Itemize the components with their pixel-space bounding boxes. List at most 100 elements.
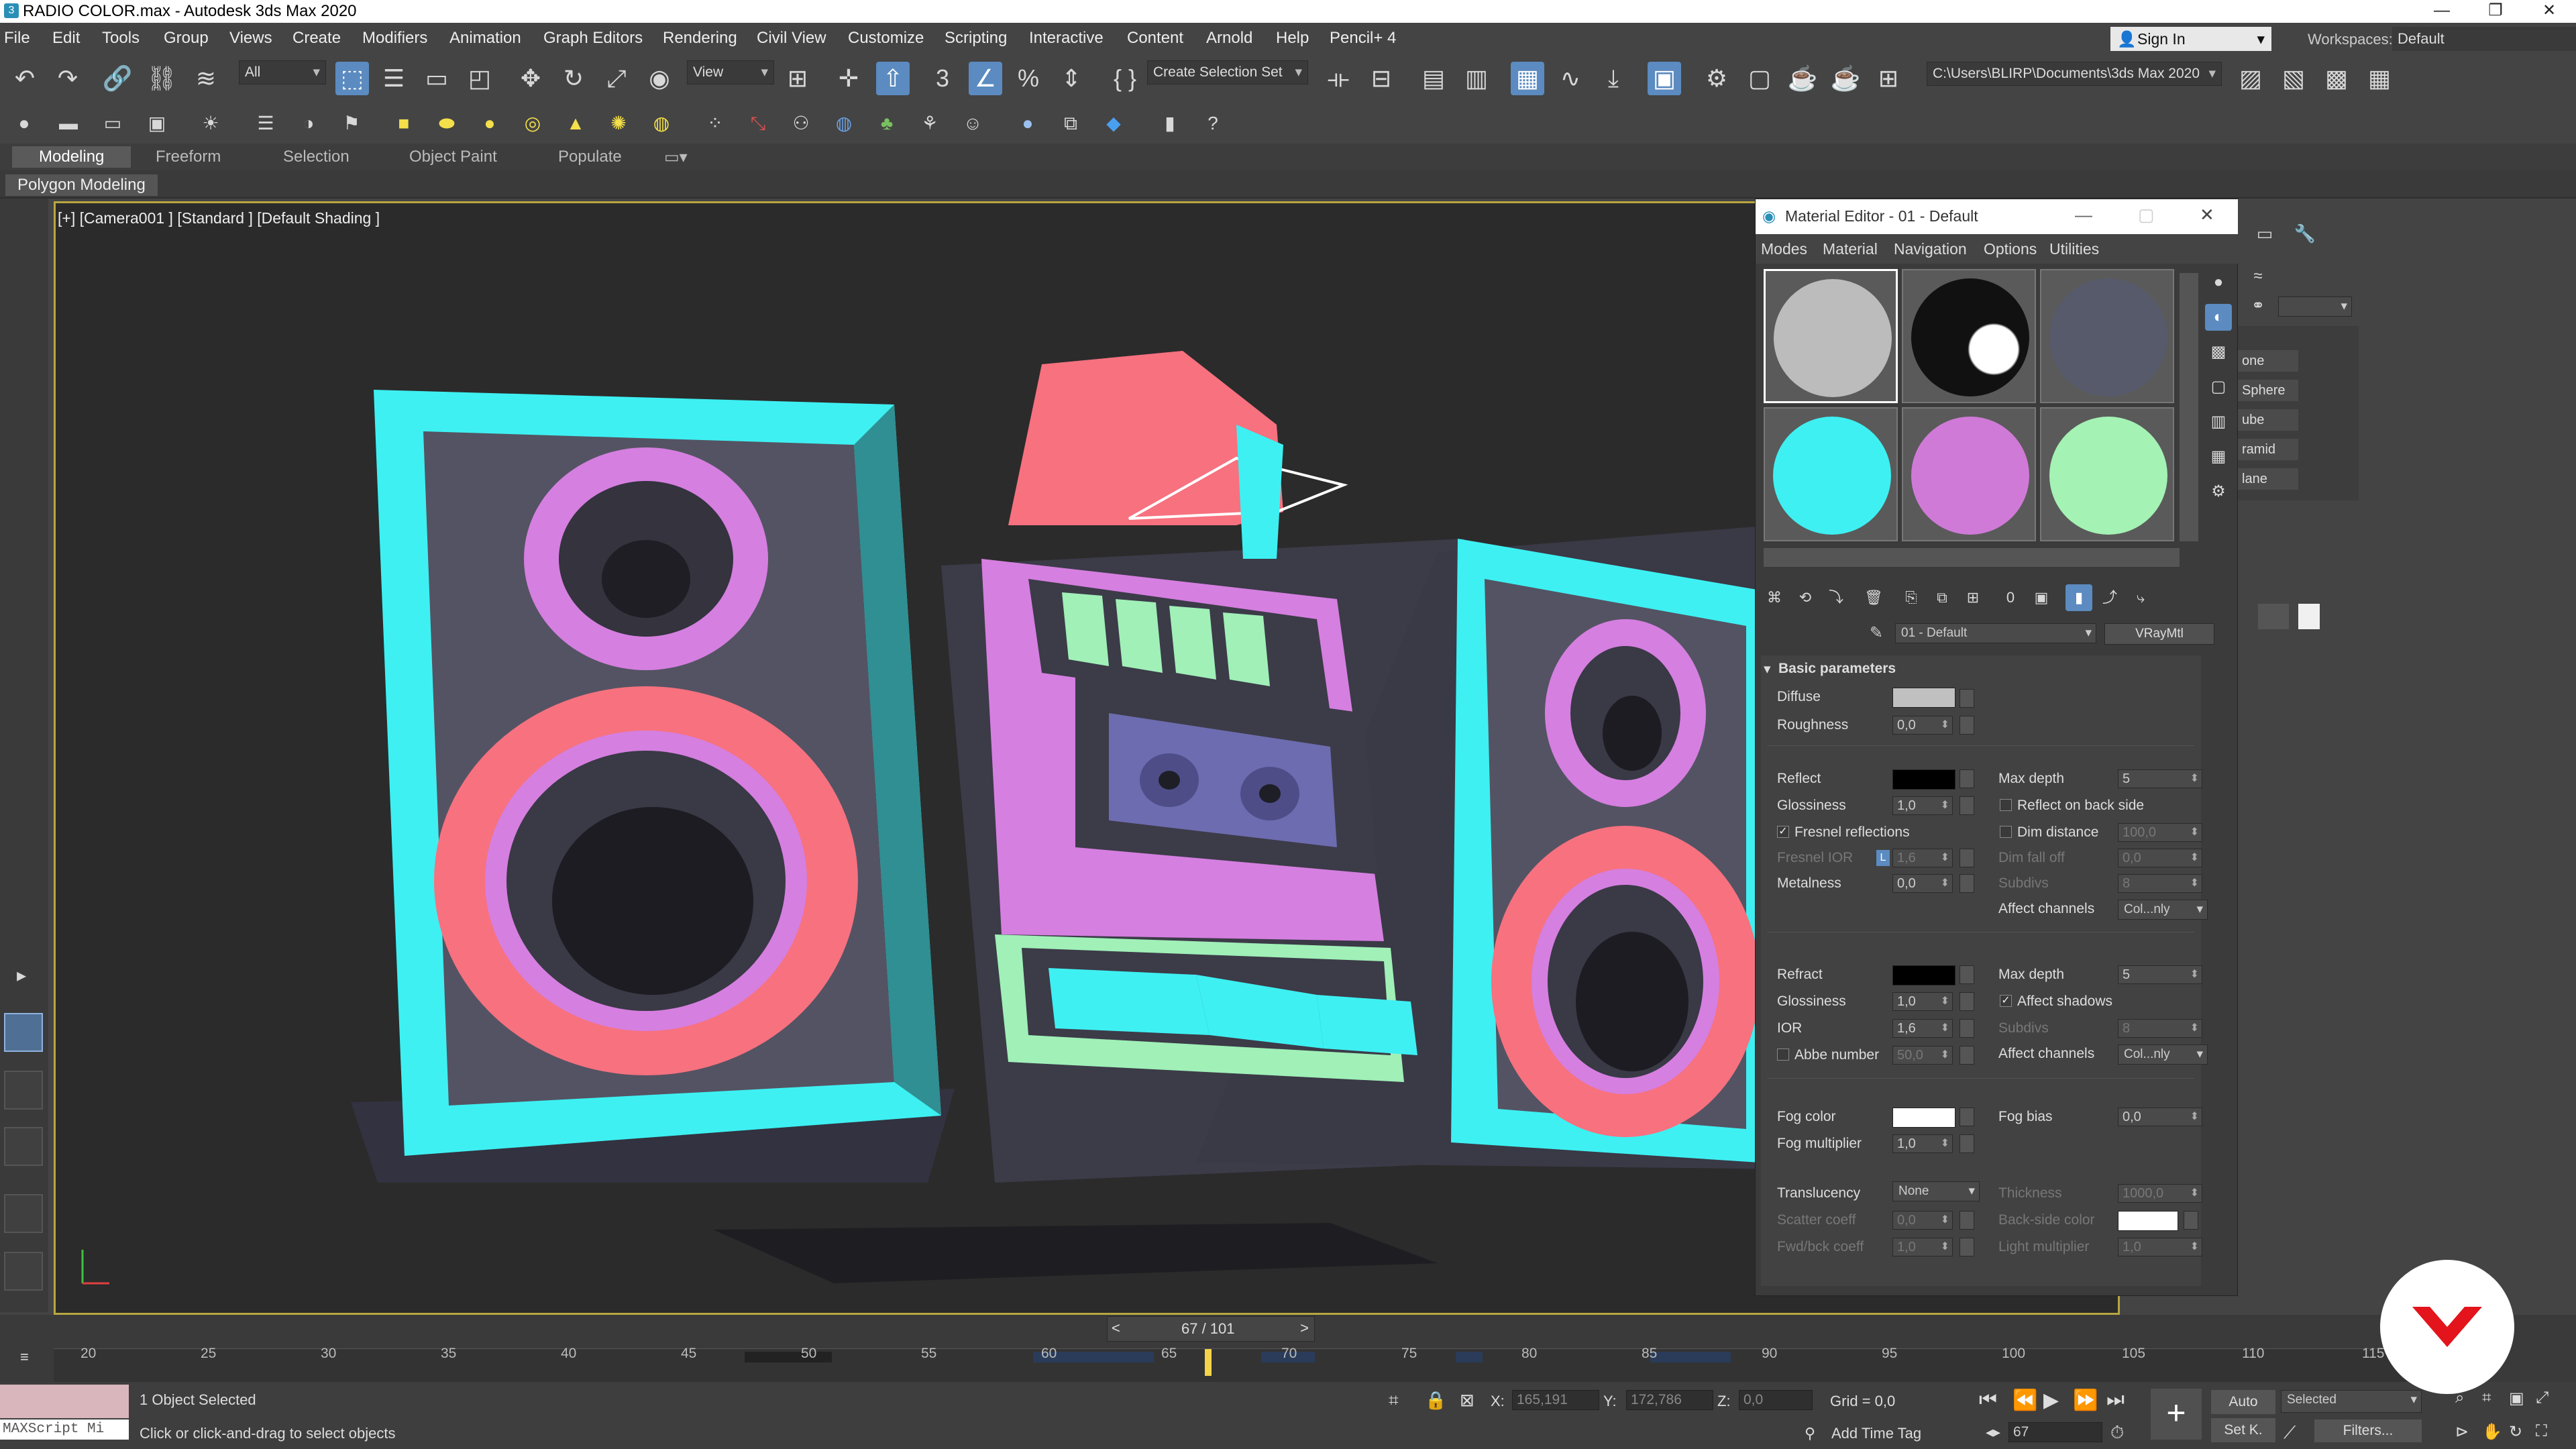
trackbar-menu-icon[interactable]: ≡ xyxy=(20,1348,29,1366)
dim-falloff-spinner[interactable]: 0,0 xyxy=(2118,849,2202,867)
unlink-icon[interactable]: ⛓ xyxy=(145,62,178,95)
material-slot-5[interactable] xyxy=(1902,407,2036,541)
spacewarps-icon[interactable]: ◑ xyxy=(295,110,322,137)
go-to-start-icon[interactable]: ⏮ xyxy=(1979,1389,1997,1411)
copy-material-icon[interactable]: ⎘ xyxy=(1898,584,1925,611)
schematic-view-icon[interactable]: ⤓ xyxy=(1597,62,1630,95)
metalness-spinner[interactable]: 0,0 xyxy=(1892,874,1953,893)
tab-modeling[interactable]: Modeling xyxy=(12,146,131,168)
fog-multiplier-spinner[interactable]: 1,0 xyxy=(1892,1134,1953,1153)
layout-quad[interactable] xyxy=(4,1071,43,1110)
menu-navigation[interactable]: Navigation xyxy=(1894,240,1967,258)
material-type-button[interactable]: VRayMtl xyxy=(2104,623,2214,645)
time-tag-icon[interactable]: ⚲ xyxy=(1805,1425,1815,1442)
abbe-spinner[interactable]: 50,0 xyxy=(1892,1046,1953,1065)
menu-modifiers[interactable]: Modifiers xyxy=(362,29,427,48)
refract-max-depth-spinner[interactable]: 5 xyxy=(2118,965,2202,984)
sample-uv-icon[interactable]: ▢ xyxy=(2205,374,2232,400)
fresnel-ior-spinner[interactable]: 1,6 xyxy=(1892,849,1953,867)
show-end-result-icon[interactable]: ▮ xyxy=(2065,584,2092,611)
menu-scripting[interactable]: Scripting xyxy=(945,29,1007,48)
render-iterative-icon[interactable]: ☕ xyxy=(1829,62,1862,95)
backside-color-swatch[interactable] xyxy=(2118,1211,2178,1231)
maximize-icon[interactable]: ▢ xyxy=(2138,205,2155,225)
show-shaded-icon[interactable]: ▣ xyxy=(2028,584,2055,611)
menu-group[interactable]: Group xyxy=(164,29,209,48)
menu-modes[interactable]: Modes xyxy=(1761,240,1807,258)
menu-animation[interactable]: Animation xyxy=(449,29,521,48)
keyboard-shortcut-override-icon[interactable]: ⇧ xyxy=(876,62,910,95)
dim-distance-spinner[interactable]: 100,0 xyxy=(2118,823,2202,842)
tube-button[interactable]: ube xyxy=(2238,409,2298,431)
field-of-view-icon[interactable]: ⊳ xyxy=(2455,1422,2469,1442)
menu-edit[interactable]: Edit xyxy=(52,29,80,48)
refract-glossiness-map-button[interactable] xyxy=(1960,992,1974,1011)
refract-glossiness-spinner[interactable]: 1,0 xyxy=(1892,992,1953,1011)
get-material-icon[interactable]: ⌘ xyxy=(1761,584,1788,611)
roughness-map-button[interactable] xyxy=(1960,716,1974,735)
utilities-panel-icon[interactable]: 🔧 xyxy=(2292,220,2318,247)
material-slot-1[interactable] xyxy=(1764,269,1898,403)
bind-spacewarp-icon[interactable]: ≋ xyxy=(189,62,223,95)
abbe-map-button[interactable] xyxy=(1960,1046,1974,1065)
put-to-scene-icon[interactable]: ⟲ xyxy=(1792,584,1819,611)
refract-affect-channels-dropdown[interactable]: Col...nly xyxy=(2118,1044,2208,1065)
script-icon[interactable]: ▮ xyxy=(1157,110,1183,137)
fog-color-map-button[interactable] xyxy=(1960,1108,1974,1126)
backside-map-button[interactable] xyxy=(2184,1211,2198,1230)
cone-button[interactable]: one xyxy=(2238,350,2298,372)
pivot-center-icon[interactable]: ⊞ xyxy=(781,62,814,95)
backlight-icon[interactable]: ◐ xyxy=(2205,304,2232,331)
menu-material[interactable]: Material xyxy=(1823,240,1878,258)
x-coordinate-field[interactable]: 165,191 xyxy=(1512,1390,1599,1410)
menu-civil-view[interactable]: Civil View xyxy=(757,29,826,48)
affect-shadows-checkbox[interactable]: ✓ xyxy=(2000,995,2012,1007)
next-frame-icon[interactable]: ⏩ xyxy=(2073,1389,2098,1412)
render-cloud-icon[interactable]: ⊞ xyxy=(1872,62,1905,95)
menu-file[interactable]: File xyxy=(4,29,30,48)
tab-populate[interactable]: Populate xyxy=(558,148,622,166)
name-color-field[interactable] xyxy=(2258,604,2289,629)
metalness-map-button[interactable] xyxy=(1960,874,1974,893)
reflect-map-button[interactable] xyxy=(1960,769,1974,788)
current-frame-field[interactable]: 67 xyxy=(2008,1422,2102,1442)
expand-arrow-icon[interactable]: ▸ xyxy=(8,962,35,989)
material-name-field[interactable]: 01 - Default xyxy=(1895,623,2096,643)
ior-map-button[interactable] xyxy=(1960,1019,1974,1038)
layout-split-a[interactable] xyxy=(4,1127,43,1166)
play-icon[interactable]: ▶ xyxy=(2043,1389,2059,1412)
fog-bias-spinner[interactable]: 0,0 xyxy=(2118,1108,2202,1126)
undo-icon[interactable]: ↶ xyxy=(8,62,42,95)
rotate-icon[interactable]: ↻ xyxy=(557,62,590,95)
fwd-bck-coeff-spinner[interactable]: 1,0 xyxy=(1892,1238,1953,1256)
glossiness-spinner[interactable]: 1,0 xyxy=(1892,796,1953,815)
sphere-button[interactable]: Sphere xyxy=(2238,380,2298,401)
fresnel-ior-lock[interactable]: L xyxy=(1876,850,1890,866)
glossiness-map-button[interactable] xyxy=(1960,796,1974,815)
maxscript-mini-listener[interactable]: MAXScript Mi xyxy=(0,1419,129,1440)
character-icon[interactable]: ☺ xyxy=(959,110,986,137)
project-open-icon[interactable]: ▨ xyxy=(2234,62,2267,95)
modify-panel-icon[interactable]: ▬ xyxy=(55,110,82,137)
reset-map-icon[interactable]: 🗑 xyxy=(1860,584,1887,611)
rectangular-selection-icon[interactable]: ▭ xyxy=(420,62,453,95)
project-folder-dropdown[interactable]: C:\Users\BLIRP\Documents\3ds Max 2020 xyxy=(1927,62,2222,86)
time-slider[interactable]: < 67 / 101 > xyxy=(1107,1316,1315,1342)
collapse-icon[interactable]: ▾ xyxy=(1764,661,1771,678)
project-new-icon[interactable]: ▧ xyxy=(2277,62,2310,95)
material-slot-6[interactable] xyxy=(2040,407,2174,541)
light-multiplier-spinner[interactable]: 1,0 xyxy=(2118,1238,2202,1256)
material-editor-icon[interactable]: ▣ xyxy=(1648,62,1681,95)
menu-help[interactable]: Help xyxy=(1276,29,1309,48)
refract-subdivs-spinner[interactable]: 8 xyxy=(2118,1019,2202,1038)
prev-frame-icon[interactable]: < xyxy=(1112,1320,1120,1337)
set-key-icon[interactable]: + xyxy=(2151,1389,2202,1440)
zoom-region-icon[interactable]: ⤢ xyxy=(2536,1389,2548,1407)
go-to-end-icon[interactable]: ⏭ xyxy=(2106,1389,2125,1411)
menu-rendering[interactable]: Rendering xyxy=(663,29,737,48)
rendered-frame-window-icon[interactable]: ▢ xyxy=(1743,62,1776,95)
layer-explorer-icon[interactable]: ▤ xyxy=(1417,62,1450,95)
menu-interactive[interactable]: Interactive xyxy=(1029,29,1104,48)
maximize-viewport-icon[interactable]: ⛶ xyxy=(2536,1422,2547,1441)
lights-icon[interactable]: ☀ xyxy=(197,110,224,137)
